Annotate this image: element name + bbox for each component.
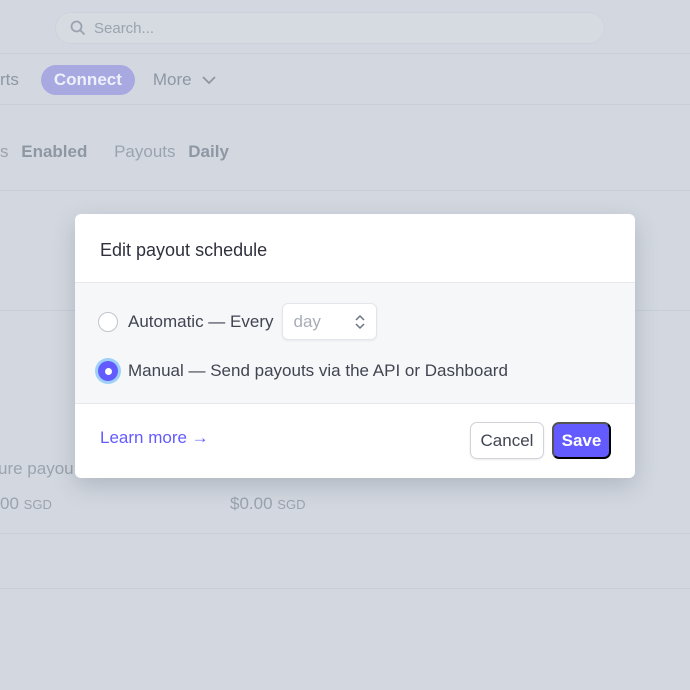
stat-value: Enabled <box>21 142 88 161</box>
chevron-down-icon <box>202 76 216 85</box>
payouts-label: Payouts <box>114 142 176 161</box>
nav-item-partial[interactable]: rts <box>0 70 19 90</box>
interval-select[interactable]: day <box>281 303 377 340</box>
edit-payout-dialog: Edit payout schedule Automatic — Every d… <box>75 214 635 478</box>
learn-more-link[interactable]: Learn more → <box>100 428 209 448</box>
more-label: More <box>152 70 192 89</box>
top-nav: rts Connect More <box>0 65 216 95</box>
balance-amount: 00 SGD <box>0 494 52 514</box>
divider <box>0 104 690 105</box>
nav-item-more[interactable]: More <box>153 70 216 90</box>
payouts-value: Daily <box>188 142 229 161</box>
search-placeholder: Search... <box>94 19 155 37</box>
cancel-button[interactable]: Cancel <box>470 422 544 459</box>
balance-amount: $0.00 SGD <box>230 494 305 514</box>
dialog-title: Edit payout schedule <box>75 214 635 283</box>
chevron-updown-icon <box>354 314 365 329</box>
currency: SGD <box>277 497 306 512</box>
stat-label: s <box>0 142 9 161</box>
nav-item-connect[interactable]: Connect <box>40 65 135 95</box>
search-icon <box>70 20 86 36</box>
manual-radio[interactable] <box>98 361 118 381</box>
balance-label: ure payou <box>0 459 74 478</box>
account-stats: s Enabled Payouts Daily <box>0 142 229 162</box>
automatic-label: Automatic — Every <box>128 311 274 331</box>
dialog-body: Automatic — Every day Manual — Send payo… <box>75 283 635 404</box>
search-input[interactable]: Search... <box>55 12 605 44</box>
automatic-option[interactable]: Automatic — Every day <box>98 303 377 340</box>
divider <box>0 53 690 54</box>
divider <box>0 588 690 589</box>
interval-value: day <box>293 311 321 331</box>
currency: SGD <box>23 497 52 512</box>
divider <box>0 533 690 534</box>
amount: $0.00 <box>230 494 273 513</box>
manual-option[interactable]: Manual — Send payouts via the API or Das… <box>98 361 508 381</box>
automatic-radio[interactable] <box>98 311 118 332</box>
manual-label: Manual — Send payouts via the API or Das… <box>128 361 508 380</box>
divider <box>0 190 690 191</box>
save-button[interactable]: Save <box>552 422 611 459</box>
amount: 00 <box>0 494 19 513</box>
